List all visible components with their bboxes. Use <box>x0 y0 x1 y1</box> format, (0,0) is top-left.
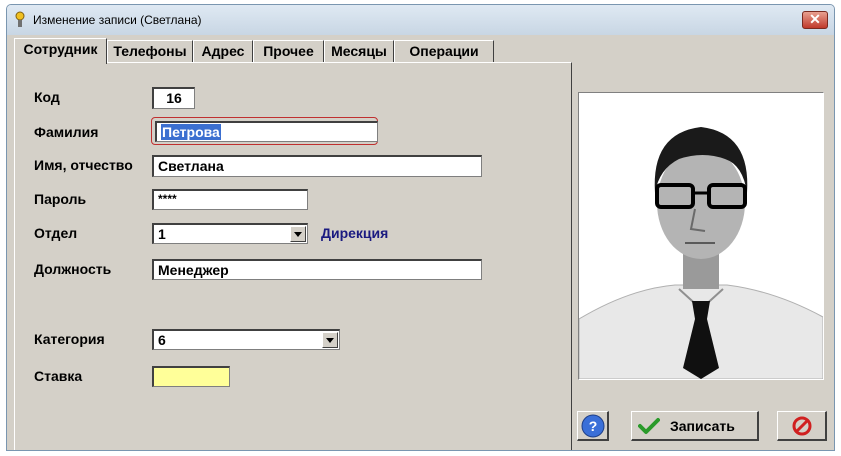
surname-field[interactable]: Петрова <box>155 121 378 142</box>
position-field[interactable]: Менеджер <box>152 259 482 280</box>
save-button[interactable]: Записать <box>631 411 759 441</box>
tab-operations[interactable]: Операции <box>394 40 494 62</box>
name-label: Имя, отчество <box>34 157 133 173</box>
surname-label: Фамилия <box>34 124 99 140</box>
category-combo-value: 6 <box>158 332 166 348</box>
client-area: Сотрудник Телефоны Адрес Прочее Месяцы О… <box>10 35 831 450</box>
cancel-button[interactable] <box>777 411 827 441</box>
check-icon <box>638 418 660 434</box>
help-button[interactable]: ? <box>577 411 609 441</box>
tab-address[interactable]: Адрес <box>193 40 253 62</box>
portrait-image <box>578 93 824 380</box>
edit-record-window: Изменение записи (Светлана) ✕ Сотрудник … <box>6 4 835 451</box>
title-bar: Изменение записи (Светлана) ✕ <box>7 5 834 35</box>
code-field[interactable]: 16 <box>152 87 195 109</box>
chevron-down-icon[interactable] <box>290 226 306 242</box>
svg-text:?: ? <box>589 418 598 434</box>
close-icon: ✕ <box>809 11 821 27</box>
window-title: Изменение записи (Светлана) <box>33 13 202 27</box>
no-entry-icon <box>792 416 812 436</box>
position-label: Должность <box>34 261 112 277</box>
department-combo-value: 1 <box>158 226 166 242</box>
department-combo[interactable]: 1 <box>152 223 308 244</box>
close-button[interactable]: ✕ <box>802 11 828 29</box>
department-name: Дирекция <box>321 225 389 241</box>
rate-label: Ставка <box>34 368 83 384</box>
surname-selection: Петрова <box>161 124 221 140</box>
employee-photo <box>578 92 824 380</box>
code-label: Код <box>34 89 60 105</box>
help-icon: ? <box>581 414 605 438</box>
password-field[interactable]: **** <box>152 189 308 210</box>
name-field[interactable]: Светлана <box>152 155 482 177</box>
password-label: Пароль <box>34 191 87 207</box>
app-icon <box>15 11 25 27</box>
department-label: Отдел <box>34 225 78 241</box>
tab-employee[interactable]: Сотрудник <box>14 38 107 64</box>
tab-phones[interactable]: Телефоны <box>107 40 193 62</box>
category-label: Категория <box>34 331 105 347</box>
save-button-label: Записать <box>670 418 735 434</box>
category-combo[interactable]: 6 <box>152 329 340 350</box>
tab-other[interactable]: Прочее <box>253 40 324 62</box>
rate-field[interactable] <box>152 366 230 387</box>
tab-months[interactable]: Месяцы <box>324 40 394 62</box>
chevron-down-icon[interactable] <box>322 332 338 348</box>
